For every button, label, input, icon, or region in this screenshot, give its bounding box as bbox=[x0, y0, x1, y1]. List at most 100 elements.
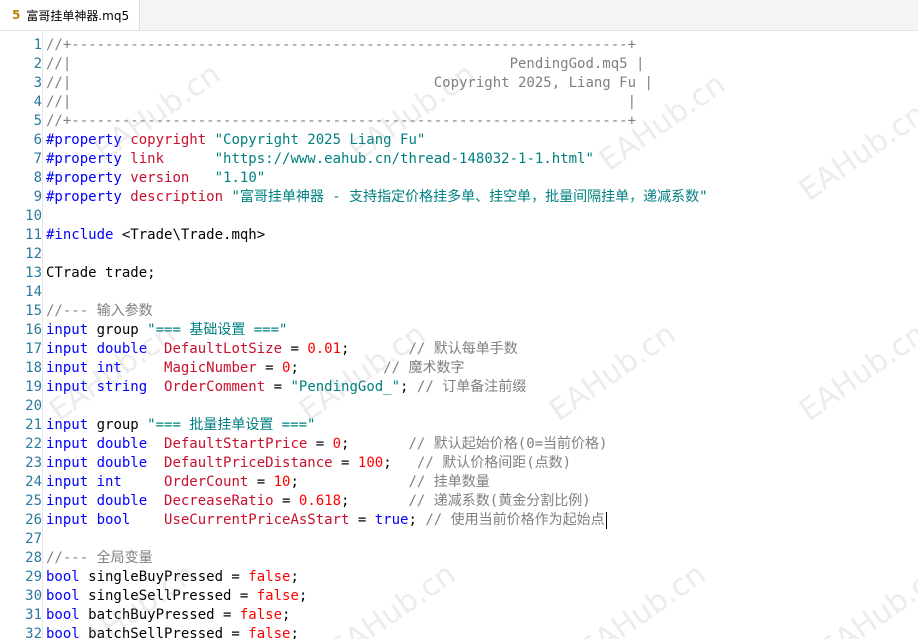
code-token: #property bbox=[46, 132, 131, 148]
code-token: //| Copyright 2025, Liang Fu | bbox=[46, 75, 653, 91]
code-line[interactable]: 9 #property description "富哥挂单神器 - 支持指定价格挂… bbox=[0, 188, 918, 207]
line-number: 22 bbox=[25, 436, 42, 452]
code-token: ; bbox=[383, 455, 417, 471]
code-line[interactable]: 21 input group "=== 批量挂单设置 ===" bbox=[0, 416, 918, 435]
code-line[interactable]: 30 bool singleSellPressed = false; bbox=[0, 587, 918, 606]
line-number: 12 bbox=[25, 246, 42, 262]
code-line[interactable]: 8 #property version "1.10" bbox=[0, 169, 918, 188]
code-line[interactable]: 19 input string OrderComment = "PendingGo… bbox=[0, 378, 918, 397]
line-number: 17 bbox=[25, 341, 42, 357]
line-number: 13 bbox=[25, 265, 42, 281]
code-token: true bbox=[374, 512, 409, 528]
code-line[interactable]: 15//--- 输入参数 bbox=[0, 302, 918, 321]
code-token: = bbox=[349, 512, 375, 528]
line-number: 3 bbox=[33, 75, 42, 91]
code-token: input bool bbox=[46, 512, 131, 528]
code-line[interactable]: 17 input double DefaultLotSize = 0.01; //… bbox=[0, 340, 918, 359]
code-line[interactable]: 5//+------------------------------------… bbox=[0, 112, 918, 131]
code-token: = bbox=[265, 379, 291, 395]
code-token: ; bbox=[290, 569, 299, 585]
code-text: bool batchSellPressed = false; bbox=[46, 625, 299, 639]
code-token: 0.01 bbox=[307, 341, 342, 357]
code-token: DecreaseRatio bbox=[164, 493, 274, 509]
code-line[interactable]: 27 bbox=[0, 530, 918, 549]
code-token: input string bbox=[46, 379, 148, 395]
line-number: 14 bbox=[25, 284, 42, 300]
code-line[interactable]: 14 bbox=[0, 283, 918, 302]
code-token: "=== 基础设置 ===" bbox=[147, 322, 288, 338]
code-token: bool bbox=[46, 569, 80, 585]
mq5-file-icon: 5 bbox=[12, 8, 21, 22]
code-token: //+-------------------------------------… bbox=[46, 113, 637, 129]
code-line[interactable]: 18 input int MagicNumber = 0; // 魔术数字 bbox=[0, 359, 918, 378]
code-line[interactable]: 6 #property copyright "Copyright 2025 Lia… bbox=[0, 131, 918, 150]
code-line[interactable]: 13 CTrade trade; bbox=[0, 264, 918, 283]
code-token: singleSellPressed = bbox=[79, 588, 257, 604]
code-token: // 默认起始价格(0=当前价格) bbox=[408, 436, 608, 452]
code-token: //| | bbox=[46, 94, 637, 110]
line-number: 6 bbox=[33, 132, 42, 148]
code-line[interactable]: 23 input double DefaultPriceDistance = 10… bbox=[0, 454, 918, 473]
code-line[interactable]: 26 input bool UseCurrentPriceAsStart = tr… bbox=[0, 511, 918, 530]
line-number: 27 bbox=[25, 531, 42, 547]
code-line[interactable]: 10 bbox=[0, 207, 918, 226]
code-line[interactable]: 4//| | bbox=[0, 93, 918, 112]
file-tab[interactable]: 5 富哥挂单神器.mq5 bbox=[0, 0, 141, 30]
code-token: <Trade\Trade.mqh> bbox=[113, 227, 266, 243]
code-text: //| PendingGod.mq5 | bbox=[46, 55, 644, 74]
code-line[interactable]: 1//+------------------------------------… bbox=[0, 36, 918, 55]
code-text: input group "=== 批量挂单设置 ===" bbox=[46, 416, 315, 435]
code-line[interactable]: 16 input group "=== 基础设置 ===" bbox=[0, 321, 918, 340]
file-tab-label: 富哥挂单神器.mq5 bbox=[26, 8, 130, 23]
code-token: "1.10" bbox=[214, 170, 266, 186]
code-line[interactable]: 11 #include <Trade\Trade.mqh> bbox=[0, 226, 918, 245]
line-number: 21 bbox=[25, 417, 42, 433]
code-line[interactable]: 2//| PendingGod.mq5 | bbox=[0, 55, 918, 74]
code-text: bool singleSellPressed = false; bbox=[46, 587, 307, 606]
code-line[interactable]: 20 bbox=[0, 397, 918, 416]
code-token: batchBuyPressed = bbox=[79, 607, 240, 623]
code-line[interactable]: 12 bbox=[0, 245, 918, 264]
code-line[interactable]: 32 bool batchSellPressed = false; bbox=[0, 625, 918, 639]
code-text: input int MagicNumber = 0; // 魔术数字 bbox=[46, 359, 464, 378]
code-token: //| PendingGod.mq5 | bbox=[46, 56, 645, 72]
code-line[interactable]: 29 bool singleBuyPressed = false; bbox=[0, 568, 918, 587]
code-token: ; bbox=[341, 493, 409, 509]
code-line[interactable]: 3//| Copyright 2025, Liang Fu | bbox=[0, 74, 918, 93]
code-token: ; bbox=[298, 588, 308, 604]
line-number: 16 bbox=[25, 322, 42, 338]
code-line[interactable]: 24 input int OrderCount = 10; // 挂单数量 bbox=[0, 473, 918, 492]
code-line[interactable]: 22 input double DefaultStartPrice = 0; //… bbox=[0, 435, 918, 454]
code-token: input int bbox=[46, 360, 122, 376]
code-token: copyright bbox=[130, 132, 207, 148]
code-token: "=== 批量挂单设置 ===" bbox=[147, 417, 316, 433]
code-token: ; bbox=[400, 379, 417, 395]
code-token: OrderComment bbox=[164, 379, 266, 395]
code-line[interactable]: 7 #property link "https://www.eahub.cn/th… bbox=[0, 150, 918, 169]
code-token: DefaultLotSize bbox=[164, 341, 283, 357]
code-token: bool bbox=[46, 588, 80, 604]
code-editor[interactable]: 1//+------------------------------------… bbox=[0, 31, 918, 639]
line-number: 8 bbox=[33, 170, 42, 186]
code-token: // 递减系数(黄金分割比例) bbox=[408, 493, 591, 509]
code-line[interactable]: 31 bool batchBuyPressed = false; bbox=[0, 606, 918, 625]
line-number: 18 bbox=[25, 360, 42, 376]
code-text: //+-------------------------------------… bbox=[46, 112, 636, 131]
line-number: 24 bbox=[25, 474, 42, 490]
code-token: DefaultStartPrice bbox=[164, 436, 308, 452]
code-token: singleBuyPressed = bbox=[79, 569, 249, 585]
line-number: 32 bbox=[25, 626, 42, 639]
code-text: input group "=== 基础设置 ===" bbox=[46, 321, 287, 340]
code-token: #property bbox=[46, 189, 131, 205]
code-line[interactable]: 25 input double DecreaseRatio = 0.618; //… bbox=[0, 492, 918, 511]
line-number: 26 bbox=[25, 512, 42, 528]
code-token: "https://www.eahub.cn/thread-148032-1-1.… bbox=[214, 151, 594, 167]
code-line[interactable]: 28//--- 全局变量 bbox=[0, 549, 918, 568]
code-token: ; bbox=[290, 360, 384, 376]
code-token: ; bbox=[290, 626, 299, 639]
code-text: input double DefaultLotSize = 0.01; // 默… bbox=[46, 340, 518, 359]
